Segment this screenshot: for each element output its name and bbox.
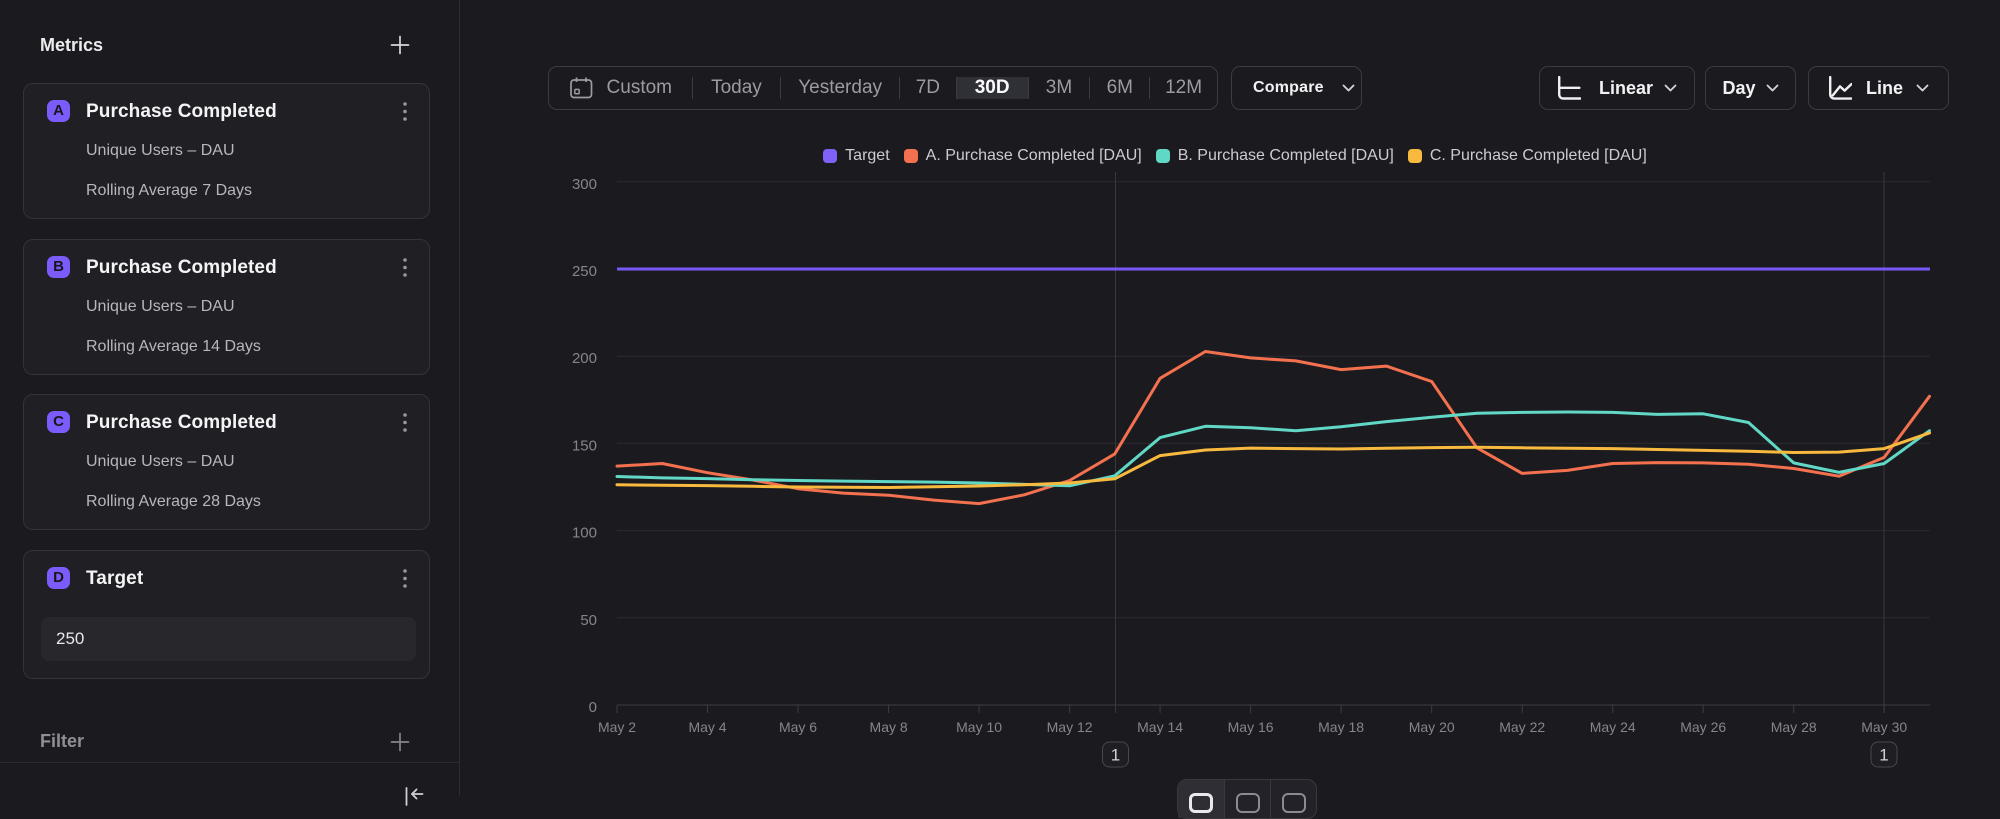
svg-text:50: 50: [580, 612, 597, 629]
svg-text:May 22: May 22: [1499, 719, 1545, 735]
svg-text:300: 300: [572, 176, 597, 193]
svg-text:May 18: May 18: [1318, 719, 1364, 735]
svg-text:1: 1: [1879, 746, 1888, 765]
svg-text:May 20: May 20: [1409, 719, 1455, 735]
svg-text:May 10: May 10: [956, 719, 1002, 735]
svg-text:200: 200: [572, 350, 597, 367]
svg-text:150: 150: [572, 437, 597, 454]
svg-text:May 28: May 28: [1771, 719, 1817, 735]
svg-text:May 8: May 8: [870, 719, 908, 735]
svg-text:May 2: May 2: [598, 719, 636, 735]
svg-text:250: 250: [572, 263, 597, 280]
svg-text:May 12: May 12: [1047, 719, 1093, 735]
svg-text:100: 100: [572, 525, 597, 542]
svg-text:May 16: May 16: [1228, 719, 1274, 735]
svg-text:May 30: May 30: [1861, 719, 1907, 735]
svg-text:May 14: May 14: [1137, 719, 1183, 735]
svg-text:1: 1: [1111, 746, 1120, 765]
svg-text:May 26: May 26: [1680, 719, 1726, 735]
svg-text:0: 0: [589, 699, 597, 716]
svg-text:May 24: May 24: [1590, 719, 1636, 735]
svg-text:May 6: May 6: [779, 719, 817, 735]
svg-text:May 4: May 4: [688, 719, 726, 735]
